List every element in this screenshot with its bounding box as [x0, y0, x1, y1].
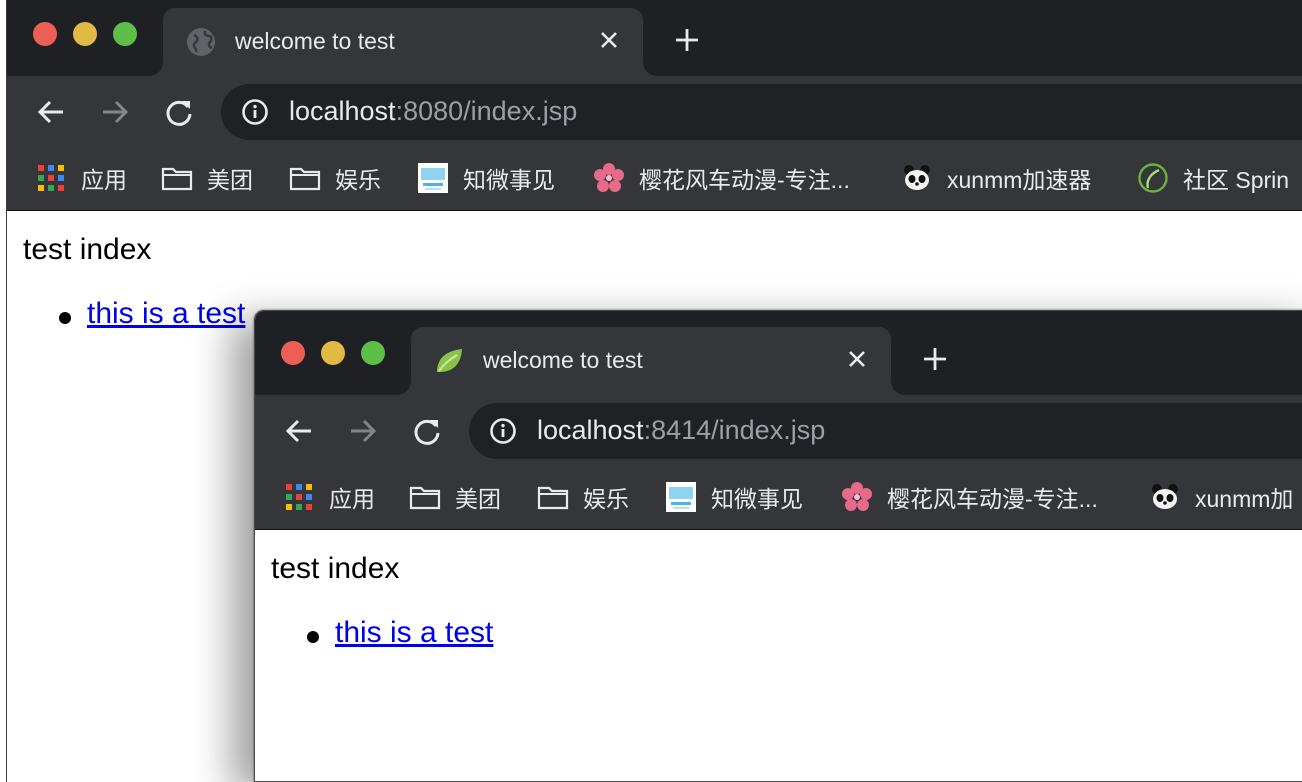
window-controls — [33, 22, 137, 46]
folder-icon — [289, 167, 321, 191]
sakura-icon — [594, 163, 624, 192]
panda-icon — [904, 165, 930, 190]
back-arrow-icon[interactable] — [31, 92, 71, 132]
minimize-window-button[interactable] — [321, 341, 345, 365]
bullet-icon — [59, 312, 71, 324]
title-bar: welcome to test — [7, 0, 1302, 76]
bookmark-zhiweishijian[interactable]: 知微事见 — [665, 477, 803, 517]
close-window-button[interactable] — [281, 341, 305, 365]
close-window-button[interactable] — [33, 22, 57, 46]
bookmark-apps[interactable]: 应用 — [35, 158, 127, 198]
title-bar: welcome to test — [255, 311, 1302, 395]
test-link[interactable]: this is a test — [87, 297, 245, 330]
forward-arrow-icon[interactable] — [95, 92, 135, 132]
spring-leaf-icon — [1138, 163, 1168, 193]
bookmark-folder-yule[interactable]: 娱乐 — [289, 158, 381, 198]
minimize-window-button[interactable] — [73, 22, 97, 46]
folder-icon — [409, 486, 441, 510]
browser-window-front: welcome to test localhost:8414/index.jsp — [254, 310, 1302, 782]
site-info-icon[interactable] — [241, 98, 269, 126]
test-link[interactable]: this is a test — [335, 616, 493, 649]
sakura-icon — [842, 482, 872, 511]
bookmark-zhiweishijian[interactable]: 知微事见 — [417, 158, 555, 198]
address-bar[interactable]: localhost:8080/index.jsp — [221, 84, 1302, 140]
apps-grid-icon — [38, 165, 64, 191]
site-info-icon[interactable] — [489, 417, 517, 445]
back-arrow-icon[interactable] — [279, 411, 319, 451]
window-controls — [281, 341, 385, 365]
list-item: this is a test — [307, 616, 1302, 650]
zoom-window-button[interactable] — [361, 341, 385, 365]
tab-title: welcome to test — [235, 28, 395, 54]
bookmark-xunmm[interactable]: xunmm加 — [1149, 477, 1293, 517]
site-thumbnail-icon — [418, 163, 448, 193]
forward-arrow-icon[interactable] — [343, 411, 383, 451]
bookmark-apps[interactable]: 应用 — [283, 477, 375, 517]
bookmark-folder-meituan[interactable]: 美团 — [409, 477, 501, 517]
address-bar[interactable]: localhost:8414/index.jsp — [469, 403, 1302, 459]
bullet-icon — [307, 631, 319, 643]
url-text: localhost:8414/index.jsp — [537, 415, 826, 445]
page-heading: test index — [23, 233, 152, 266]
bookmark-spring-community[interactable]: 社区 Sprin — [1137, 158, 1289, 198]
new-tab-icon[interactable] — [669, 22, 705, 58]
site-thumbnail-icon — [666, 482, 696, 512]
bookmark-sakura[interactable]: 樱花风车动漫-专注... — [593, 158, 850, 198]
navigation-toolbar: localhost:8080/index.jsp — [7, 76, 1302, 148]
new-tab-icon[interactable] — [917, 341, 953, 377]
close-tab-icon[interactable] — [839, 341, 875, 377]
panda-icon — [1152, 484, 1178, 509]
browser-tab[interactable]: welcome to test — [397, 327, 905, 395]
bookmarks-bar: 应用 美团 娱乐 知微事见 樱花风车动漫-专注... xunmm加 — [255, 467, 1302, 530]
bookmark-sakura[interactable]: 樱花风车动漫-专注... — [841, 477, 1098, 517]
spring-leaf-icon — [433, 345, 465, 377]
reload-icon[interactable] — [407, 411, 447, 451]
bookmark-folder-yule[interactable]: 娱乐 — [537, 477, 629, 517]
bookmark-folder-meituan[interactable]: 美团 — [161, 158, 253, 198]
page-heading: test index — [271, 552, 400, 585]
close-tab-icon[interactable] — [591, 22, 627, 58]
folder-icon — [161, 167, 193, 191]
link-list: this is a test — [271, 616, 1302, 650]
page-content: test index this is a test — [255, 530, 1302, 666]
bookmark-xunmm[interactable]: xunmm加速器 — [901, 158, 1091, 198]
browser-tab[interactable]: welcome to test — [149, 8, 657, 76]
folder-icon — [537, 486, 569, 510]
zoom-window-button[interactable] — [113, 22, 137, 46]
apps-grid-icon — [286, 484, 312, 510]
navigation-toolbar: localhost:8414/index.jsp — [255, 395, 1302, 467]
reload-icon[interactable] — [159, 92, 199, 132]
url-text: localhost:8080/index.jsp — [289, 96, 578, 126]
tab-title: welcome to test — [483, 347, 643, 373]
bookmarks-bar: 应用 美团 娱乐 知微事见 樱花风车动漫-专注... xunmm加速器 社区 S… — [7, 148, 1302, 211]
globe-icon — [185, 26, 217, 58]
